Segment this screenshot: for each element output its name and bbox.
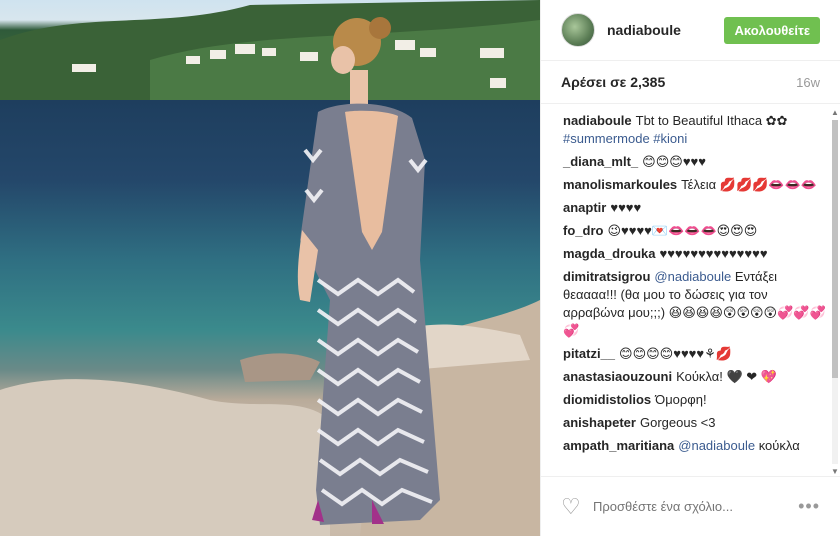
comment-username[interactable]: anaptir xyxy=(563,200,606,215)
comment-input[interactable] xyxy=(589,499,799,514)
likes-count[interactable]: Αρέσει σε 2,385 xyxy=(561,74,796,90)
comment-item: manolismarkoules Τέλεια 💋💋💋👄👄👄 xyxy=(563,176,828,194)
comment-item: anastasiaouzouni Κούκλα! 🖤 ❤ 💖 xyxy=(563,368,828,386)
comment-item: magda_drouka ♥♥♥♥♥♥♥♥♥♥♥♥♥♥ xyxy=(563,245,828,263)
comment-hashtags[interactable]: #summermode #kioni xyxy=(563,131,687,146)
scroll-up-icon[interactable]: ▲ xyxy=(830,108,840,117)
comment-text: 😉♥♥♥♥💌👄👄👄😍😍😍 xyxy=(607,223,758,238)
scroll-down-icon[interactable]: ▼ xyxy=(830,467,840,476)
comment-username[interactable]: manolismarkoules xyxy=(563,177,677,192)
comment-text: κούκλα xyxy=(758,438,800,453)
following-button[interactable]: Ακολουθείτε xyxy=(724,16,820,44)
post-viewer: nadiaboule Ακολουθείτε Αρέσει σε 2,385 1… xyxy=(0,0,840,536)
post-age[interactable]: 16w xyxy=(796,75,820,90)
author-username[interactable]: nadiaboule xyxy=(607,22,724,38)
comment-username[interactable]: fo_dro xyxy=(563,223,603,238)
photo-illustration xyxy=(0,0,540,536)
likes-row: Αρέσει σε 2,385 16w xyxy=(541,61,840,104)
rocky-shore xyxy=(0,379,330,536)
comment-item: _diana_mlt_ 😊😊😊♥♥♥ xyxy=(563,153,828,171)
comment-list: nadiaboule Tbt to Beautiful Ithaca ✿✿ #sum… xyxy=(541,108,828,476)
ellipsis-icon[interactable]: ••• xyxy=(798,496,820,517)
comment-username[interactable]: diomidistolios xyxy=(563,392,651,407)
comment-username[interactable]: _diana_mlt_ xyxy=(563,154,638,169)
avatar[interactable] xyxy=(561,13,595,47)
comment-item: ampath_maritiana @nadiaboule κούκλα xyxy=(563,437,828,455)
post-sidebar: nadiaboule Ακολουθείτε Αρέσει σε 2,385 1… xyxy=(540,0,840,536)
post-header: nadiaboule Ακολουθείτε xyxy=(541,0,840,61)
comment-username[interactable]: nadiaboule xyxy=(563,113,632,128)
comment-username[interactable]: pitatzi__ xyxy=(563,346,615,361)
comment-text: Κούκλα! 🖤 ❤ 💖 xyxy=(676,369,777,384)
comment-item: pitatzi__ 😊😊😊😊♥♥♥♥⚘💋 xyxy=(563,345,828,363)
comment-text: Τέλεια 💋💋💋👄👄👄 xyxy=(681,177,817,192)
scroll-thumb[interactable] xyxy=(832,120,838,378)
comment-item: nadiaboule Tbt to Beautiful Ithaca ✿✿ #sum… xyxy=(563,112,828,148)
post-photo[interactable] xyxy=(0,0,540,536)
comment-text: Tbt to Beautiful Ithaca ✿✿ xyxy=(635,113,788,128)
comment-item: diomidistolios Όμορφη! xyxy=(563,391,828,409)
comment-mention[interactable]: @nadiaboule xyxy=(654,269,731,284)
comment-text: 😊😊😊♥♥♥ xyxy=(642,154,706,169)
comment-text: ♥♥♥♥ xyxy=(610,200,642,215)
heart-outline-icon[interactable]: ♡ xyxy=(561,494,589,520)
comment-item: fo_dro 😉♥♥♥♥💌👄👄👄😍😍😍 xyxy=(563,222,828,240)
comment-text: Όμορφη! xyxy=(655,392,707,407)
comment-username[interactable]: anishapeter xyxy=(563,415,636,430)
comments-scrollbar[interactable]: ▲ ▼ xyxy=(830,108,840,476)
comment-item: anishapeter Gorgeous <3 xyxy=(563,414,828,432)
comment-item: anaptir ♥♥♥♥ xyxy=(563,199,828,217)
comment-username[interactable]: magda_drouka xyxy=(563,246,655,261)
comment-username[interactable]: dimitratsigrou xyxy=(563,269,650,284)
comment-username[interactable]: anastasiaouzouni xyxy=(563,369,672,384)
comment-text: Gorgeous <3 xyxy=(639,415,716,430)
comment-text: ♥♥♥♥♥♥♥♥♥♥♥♥♥♥ xyxy=(659,246,768,261)
comment-mention[interactable]: @nadiaboule xyxy=(678,438,755,453)
comment-username[interactable]: ampath_maritiana xyxy=(563,438,674,453)
comment-bar: ♡ ••• xyxy=(541,476,840,536)
rock xyxy=(240,353,320,382)
comment-text: 😊😊😊😊♥♥♥♥⚘💋 xyxy=(619,346,732,361)
comment-item: dimitratsigrou @nadiaboule Εντάξει θεαααα… xyxy=(563,268,828,340)
